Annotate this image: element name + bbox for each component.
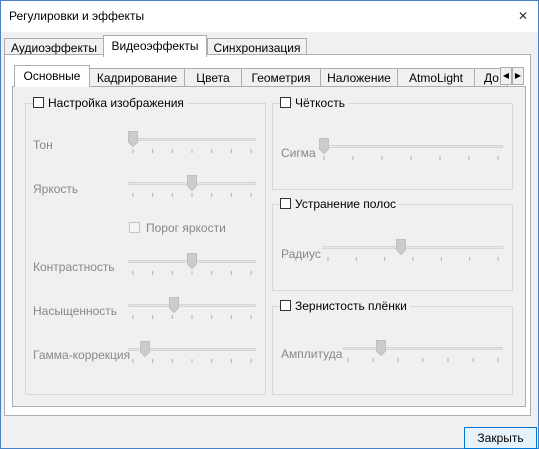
slider-thumb[interactable] [396, 239, 406, 255]
slider-thumb[interactable] [376, 340, 386, 356]
slider-ticks [132, 193, 252, 197]
slider-thumb[interactable] [187, 175, 197, 191]
slider-ticks [132, 149, 252, 153]
gamma-slider[interactable] [128, 341, 256, 363]
brightness-threshold-label: Порог яркости [146, 221, 226, 235]
close-button[interactable]: Закрыть [464, 427, 537, 449]
slider-ticks [323, 156, 499, 160]
sigma-slider[interactable] [319, 138, 503, 160]
film-grain-checkbox[interactable] [280, 300, 291, 311]
amplitude-slider[interactable] [343, 340, 503, 362]
slider-thumb[interactable] [128, 131, 138, 147]
slider-track [323, 246, 503, 249]
amplitude-label: Амплитуда [281, 347, 343, 361]
slider-thumb[interactable] [187, 253, 197, 269]
saturation-slider[interactable] [128, 297, 256, 319]
slider-thumb[interactable] [169, 297, 179, 313]
brightness-threshold-checkbox[interactable] [129, 222, 140, 233]
tone-label: Тон [33, 138, 53, 152]
slider-ticks [132, 315, 252, 319]
tab-video-effects[interactable]: Видеоэффекты [103, 35, 207, 57]
window-title: Регулировки и эффекты [9, 9, 145, 23]
film-grain-label: Зернистость плёнки [292, 299, 410, 313]
scroll-left-button[interactable]: ◀ [500, 67, 512, 85]
subtab-crop[interactable]: Кадрирование [89, 68, 185, 87]
radius-label: Радиус [281, 247, 321, 261]
debanding-label: Устранение полос [292, 197, 400, 211]
tone-slider[interactable] [128, 131, 256, 153]
slider-track [128, 138, 256, 141]
effects-window: Регулировки и эффекты ✕ Аудиоэффекты Вид… [0, 0, 539, 449]
slider-thumb[interactable] [140, 341, 150, 357]
sharpness-checkbox[interactable] [280, 97, 291, 108]
debanding-checkbox[interactable] [280, 198, 291, 209]
sharpness-label: Чёткость [292, 96, 348, 110]
title-bar: Регулировки и эффекты ✕ [1, 1, 538, 32]
scroll-right-button[interactable]: ▶ [512, 67, 524, 85]
contrast-label: Контрастность [33, 260, 115, 274]
slider-track [319, 145, 503, 148]
image-adjust-checkbox[interactable] [33, 97, 44, 108]
arrow-left-icon: ◀ [502, 71, 510, 80]
brightness-slider[interactable] [128, 175, 256, 197]
slider-ticks [132, 359, 252, 363]
subtab-atmolight[interactable]: AtmoLight [397, 68, 475, 87]
slider-ticks [347, 358, 499, 362]
image-adjust-label: Настройка изображения [45, 96, 187, 110]
subtab-colors[interactable]: Цвета [184, 68, 242, 87]
slider-ticks [132, 271, 252, 275]
radius-slider[interactable] [323, 239, 503, 261]
subtab-basic[interactable]: Основные [14, 65, 90, 87]
brightness-label: Яркость [33, 182, 79, 196]
slider-track [128, 304, 256, 307]
slider-ticks [327, 257, 499, 261]
slider-thumb[interactable] [319, 138, 329, 154]
subtab-geometry[interactable]: Геометрия [241, 68, 321, 87]
saturation-label: Насыщенность [33, 304, 118, 318]
sigma-label: Сигма [281, 146, 316, 160]
subtab-overlay[interactable]: Наложение [320, 68, 398, 87]
contrast-slider[interactable] [128, 253, 256, 275]
close-icon[interactable]: ✕ [516, 9, 530, 23]
arrow-right-icon: ▶ [514, 71, 522, 80]
slider-track [343, 347, 503, 350]
gamma-label: Гамма-коррекция [33, 348, 131, 362]
